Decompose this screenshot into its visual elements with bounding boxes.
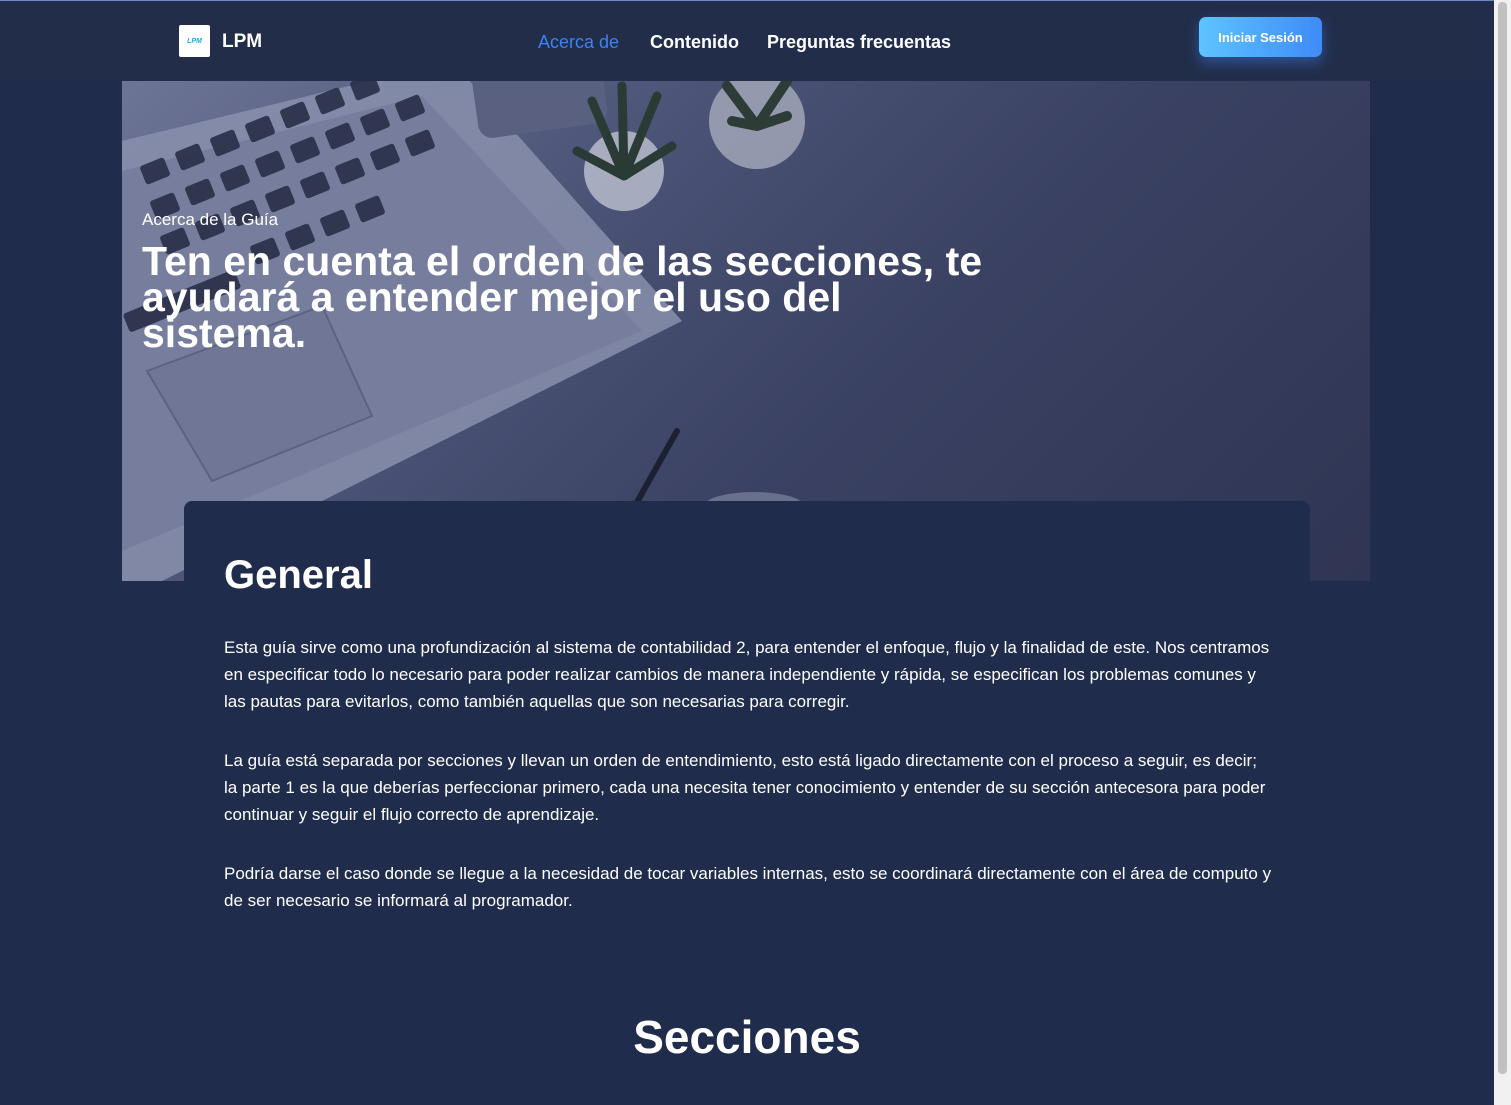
brand-name[interactable]: LPM <box>222 31 262 53</box>
pen-illustration <box>629 428 680 514</box>
hero-title: Ten en cuenta el orden de las secciones,… <box>142 238 983 356</box>
sections-heading: Secciones <box>633 1011 861 1063</box>
login-button[interactable]: Iniciar Sesión <box>1199 17 1322 57</box>
general-paragraph-1: Esta guía sirve como una profundización … <box>224 638 1270 711</box>
nav-link-acerca-de[interactable]: Acerca de <box>538 32 619 53</box>
nav-link-contenido[interactable]: Contenido <box>650 32 739 53</box>
scrollbar-thumb[interactable] <box>1498 2 1507 1074</box>
phone-illustration <box>470 81 608 138</box>
general-paragraph-2: La guía está separada por secciones y ll… <box>224 751 1266 824</box>
general-card: General Esta guía sirve como una profund… <box>184 501 1310 941</box>
scrollbar[interactable] <box>1494 0 1511 1105</box>
general-paragraph-3: Podría darse el caso donde se llegue a l… <box>224 864 1272 910</box>
hero-eyebrow: Acerca de la Guía <box>142 210 279 229</box>
logo[interactable]: LPM <box>179 25 210 57</box>
logo-text: LPM <box>187 37 202 45</box>
navbar: LPM LPM Acerca de Contenido Preguntas fr… <box>0 1 1494 81</box>
plant-illustration <box>572 81 805 211</box>
nav-link-preguntas-frecuentas[interactable]: Preguntas frecuentas <box>767 32 951 53</box>
general-heading: General <box>224 553 373 597</box>
